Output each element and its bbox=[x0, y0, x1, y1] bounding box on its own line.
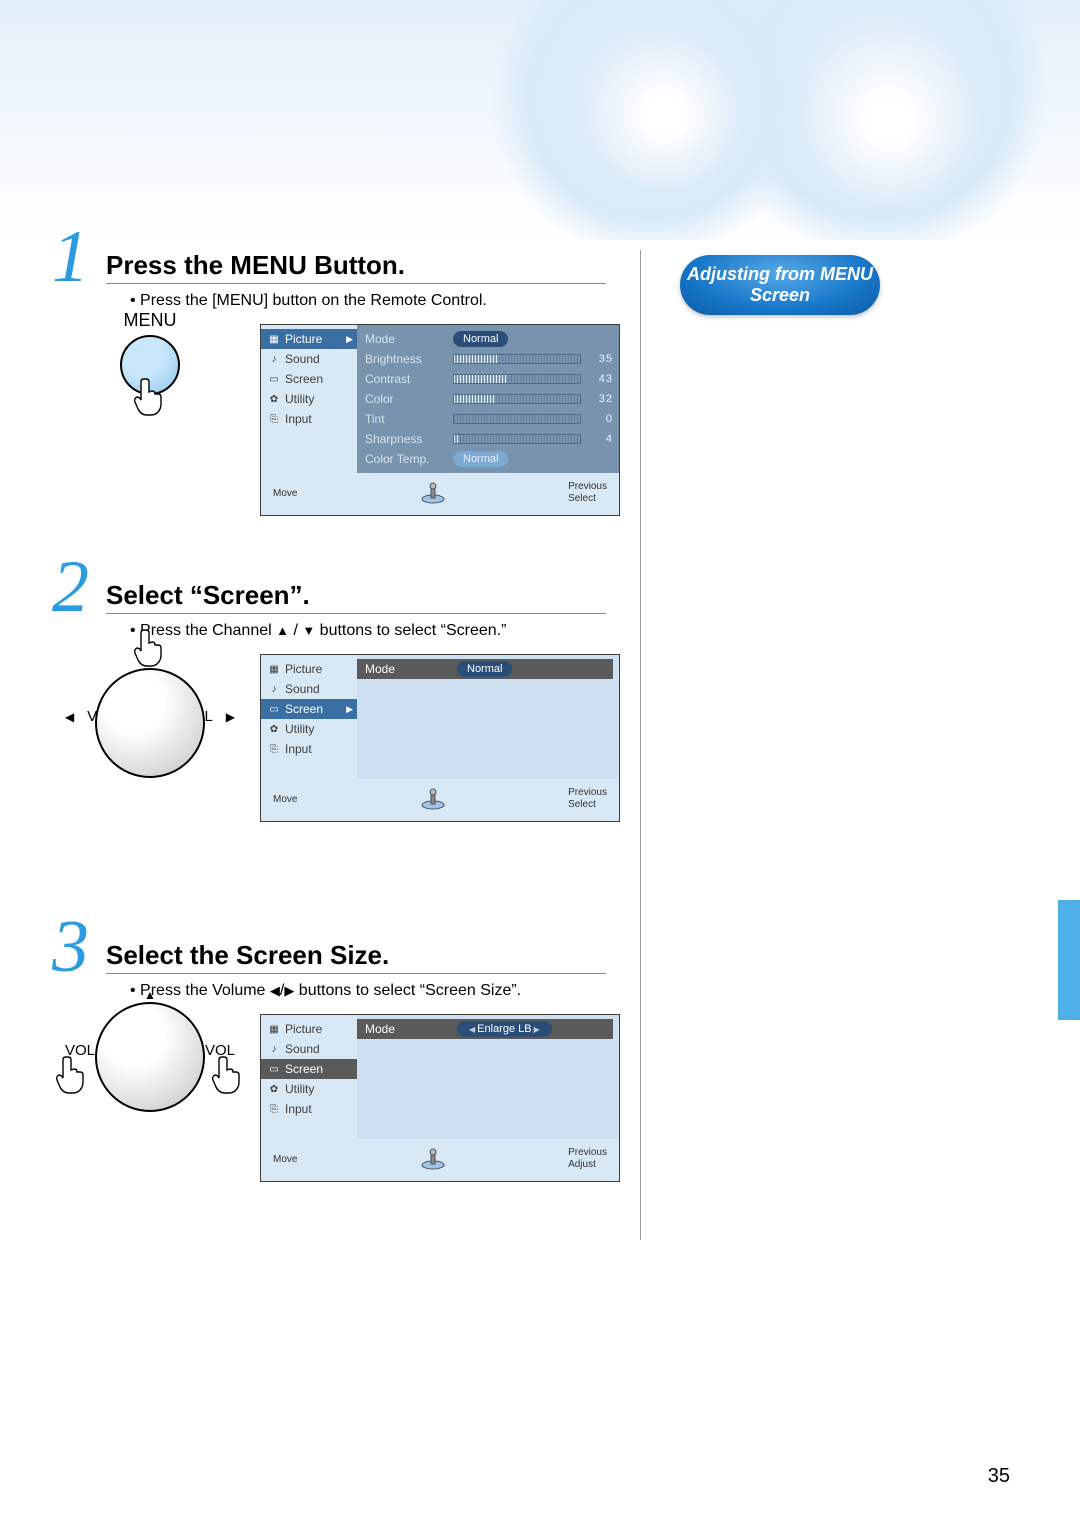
osd-menu-item-utility: ✿Utility bbox=[261, 389, 357, 409]
left-arrow-icon: ◀ bbox=[270, 983, 280, 998]
joystick-icon bbox=[420, 1148, 446, 1170]
osd-params: Mode ◀Enlarge LB▶ bbox=[357, 1015, 619, 1139]
osd-panel-2: ▦Picture ♪Sound ▭Screen▶ ✿Utility ⎘Input… bbox=[260, 654, 620, 822]
osd-menu-item-utility: ✿Utility bbox=[261, 1079, 357, 1099]
step-title: Select the Screen Size. bbox=[106, 940, 606, 974]
mode-label: Mode bbox=[365, 1022, 447, 1036]
down-arrow-icon: ▼ bbox=[302, 623, 315, 638]
step-3: 3 Select the Screen Size. • Press the Vo… bbox=[60, 940, 1020, 1250]
osd-menu-list: ▦Picture ♪Sound ▭Screen▶ ✿Utility ⎘Input bbox=[261, 655, 357, 779]
osd-menu-item-utility: ✿Utility bbox=[261, 719, 357, 739]
joystick-icon bbox=[420, 482, 446, 504]
decorative-banner bbox=[0, 0, 1080, 240]
footer-select: Select bbox=[568, 799, 596, 810]
step-description: • Press the Volume ◀/▶ buttons to select… bbox=[130, 982, 1020, 1000]
osd-footer: Move PreviousSelect bbox=[261, 473, 619, 515]
mode-value-pill: ◀Enlarge LB▶ bbox=[457, 1021, 552, 1037]
footer-adjust: Adjust bbox=[568, 1159, 596, 1170]
step-title: Select “Screen”. bbox=[106, 580, 606, 614]
osd-menu-list: ▦Picture ♪Sound ▭Screen ✿Utility ⎘Input bbox=[261, 1015, 357, 1139]
osd-menu-item-picture: ▦Picture bbox=[261, 1019, 357, 1039]
step-2: 2 Select “Screen”. • Press the Channel ▲… bbox=[60, 580, 1020, 890]
osd-panel-3: ▦Picture ♪Sound ▭Screen ✿Utility ⎘Input … bbox=[260, 1014, 620, 1182]
left-arrow-icon: ◀ bbox=[65, 710, 74, 724]
step-number: 2 bbox=[52, 550, 89, 624]
footer-select: Select bbox=[568, 493, 596, 504]
step-1: 1 Press the MENU Button. • Press the [ME… bbox=[60, 250, 1020, 530]
right-arrow-icon: ▶ bbox=[284, 983, 294, 998]
remote-dpad-illustration: ◀ VOL VOL ▶ bbox=[50, 628, 250, 775]
footer-move: Move bbox=[273, 488, 297, 499]
osd-menu-item-sound: ♪Sound bbox=[261, 679, 357, 699]
osd-footer: Move PreviousSelect bbox=[261, 779, 619, 821]
dpad-circle bbox=[95, 668, 205, 778]
dandelion-graphic bbox=[790, 20, 990, 220]
page-number: 35 bbox=[988, 1465, 1010, 1488]
menu-button-label: MENU bbox=[50, 310, 250, 331]
hand-press-icon bbox=[211, 1055, 245, 1095]
up-arrow-icon: ▲ bbox=[276, 623, 289, 638]
step-title: Press the MENU Button. bbox=[106, 250, 606, 284]
joystick-icon bbox=[420, 788, 446, 810]
colortemp-pill: Normal bbox=[453, 451, 508, 467]
osd-params: ModeNormal Brightness35 Contrast43 Color… bbox=[357, 325, 619, 473]
footer-move: Move bbox=[273, 1154, 297, 1165]
osd-menu-item-picture: ▦Picture bbox=[261, 659, 357, 679]
osd-menu-item-sound: ♪Sound bbox=[261, 349, 357, 369]
dandelion-graphic bbox=[580, 30, 750, 200]
osd-footer: Move PreviousAdjust bbox=[261, 1139, 619, 1181]
dpad-circle bbox=[95, 1002, 205, 1112]
osd-menu-item-screen: ▭Screen bbox=[261, 1059, 357, 1079]
footer-previous: Previous bbox=[568, 481, 607, 492]
osd-panel-1: ▦Picture▶ ♪Sound ▭Screen ✿Utility ⎘Input… bbox=[260, 324, 620, 516]
footer-previous: Previous bbox=[568, 787, 607, 798]
step-number: 1 bbox=[52, 220, 89, 294]
osd-menu-item-input: ⎘Input bbox=[261, 409, 357, 429]
mode-label: Mode bbox=[365, 662, 447, 676]
osd-menu-item-screen: ▭Screen▶ bbox=[261, 699, 357, 719]
osd-menu-item-screen: ▭Screen bbox=[261, 369, 357, 389]
osd-menu-item-sound: ♪Sound bbox=[261, 1039, 357, 1059]
hand-press-icon bbox=[133, 628, 167, 668]
osd-menu-item-input: ⎘Input bbox=[261, 739, 357, 759]
osd-menu-item-picture: ▦Picture▶ bbox=[261, 329, 357, 349]
hand-press-icon bbox=[55, 1055, 89, 1095]
remote-menu-illustration: MENU bbox=[50, 310, 250, 417]
step-description: • Press the [MENU] button on the Remote … bbox=[130, 292, 1020, 310]
osd-menu-list: ▦Picture▶ ♪Sound ▭Screen ✿Utility ⎘Input bbox=[261, 325, 357, 473]
mode-pill: Normal bbox=[453, 331, 508, 347]
page-tab-marker bbox=[1058, 900, 1080, 1020]
footer-move: Move bbox=[273, 794, 297, 805]
step-number: 3 bbox=[52, 910, 89, 984]
footer-previous: Previous bbox=[568, 1147, 607, 1158]
right-arrow-icon: ▶ bbox=[226, 710, 235, 724]
osd-params: Mode Normal bbox=[357, 655, 619, 779]
mode-value-pill: Normal bbox=[457, 661, 512, 677]
step-description: • Press the Channel ▲ / ▼ buttons to sel… bbox=[130, 622, 1020, 640]
hand-press-icon bbox=[133, 377, 167, 417]
remote-dpad-illustration: ▲ VOL VOL ▼ bbox=[50, 988, 250, 1115]
osd-menu-item-input: ⎘Input bbox=[261, 1099, 357, 1119]
